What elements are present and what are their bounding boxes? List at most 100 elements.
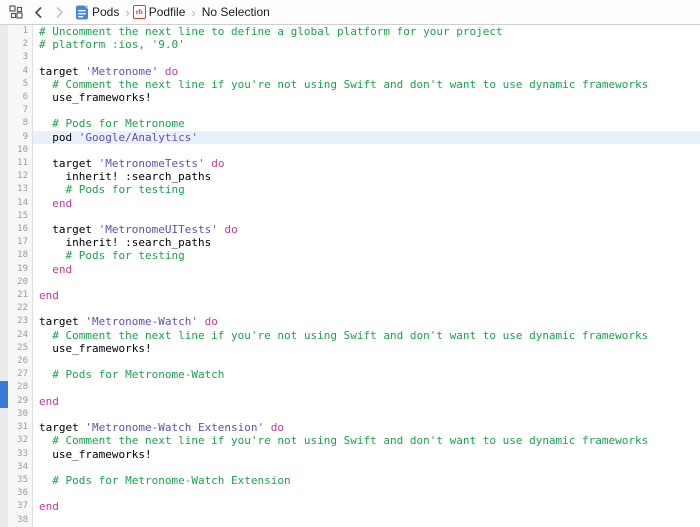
code-line-text[interactable]: # platform :ios, '9.0' [33, 38, 700, 51]
gutter-strip [0, 236, 8, 250]
code-line-text[interactable]: use_frameworks! [33, 342, 700, 355]
line-number[interactable]: 15 [8, 209, 33, 224]
line-number[interactable]: 8 [8, 117, 33, 131]
line-number[interactable]: 38 [8, 513, 33, 527]
code-line-text[interactable]: end [33, 395, 700, 408]
code-line-text[interactable]: # Comment the next line if you're not us… [33, 329, 700, 342]
line-number[interactable]: 23 [8, 315, 33, 329]
code-line-text[interactable] [33, 104, 700, 117]
line-number[interactable]: 30 [8, 407, 33, 422]
line-number[interactable]: 9 [8, 130, 33, 144]
code-line-text[interactable] [33, 461, 700, 474]
line-number[interactable]: 32 [8, 434, 33, 448]
line-number[interactable]: 14 [8, 196, 33, 210]
code-line: 1 # Uncomment the next line to define a g… [0, 25, 700, 39]
gutter-strip [0, 223, 8, 237]
line-number[interactable]: 6 [8, 91, 33, 105]
code-line-text[interactable]: end [33, 500, 700, 513]
code-line-text[interactable]: use_frameworks! [33, 91, 700, 104]
gutter-strip [0, 341, 8, 356]
line-number[interactable]: 28 [8, 381, 33, 395]
code-line-text[interactable] [33, 144, 700, 157]
code-line-text[interactable] [33, 408, 700, 421]
code-line: 2 # platform :ios, '9.0' [0, 38, 700, 52]
line-number[interactable]: 11 [8, 157, 33, 171]
breadcrumb-no-selection[interactable]: No Selection [199, 5, 273, 19]
code-line-text[interactable]: end [33, 289, 700, 302]
code-line-text-selected[interactable]: pod 'Google/Analytics' [33, 130, 700, 144]
code-line: 36 [0, 487, 700, 501]
line-number[interactable]: 4 [8, 64, 33, 78]
line-number[interactable]: 25 [8, 341, 33, 356]
code-line-text[interactable]: # Uncomment the next line to define a gl… [33, 25, 700, 38]
code-line: 30 [0, 407, 700, 422]
code-line-text[interactable]: inherit! :search_paths [33, 170, 700, 183]
code-line-text[interactable]: use_frameworks! [33, 448, 700, 461]
line-number[interactable]: 18 [8, 249, 33, 263]
code-line-text[interactable] [33, 381, 700, 394]
line-number[interactable]: 10 [8, 143, 33, 158]
code-token-comment: # Comment the next line if you're not us… [39, 77, 649, 91]
breadcrumb-pods[interactable]: Pods [89, 5, 122, 19]
line-number[interactable]: 3 [8, 51, 33, 65]
line-number[interactable]: 31 [8, 421, 33, 435]
line-number[interactable]: 37 [8, 500, 33, 514]
line-number[interactable]: 35 [8, 473, 33, 488]
code-line-text[interactable]: # Pods for Metronome-Watch Extension [33, 474, 700, 487]
code-line-text[interactable] [33, 355, 700, 368]
code-token-plain: target [39, 421, 86, 435]
code-line-text[interactable]: end [33, 263, 700, 276]
code-line-text[interactable] [33, 302, 700, 315]
code-line-text[interactable]: # Comment the next line if you're not us… [33, 78, 700, 91]
code-line-text[interactable] [33, 51, 700, 64]
code-line-text[interactable]: inherit! :search_paths [33, 236, 700, 249]
code-line-text[interactable]: target 'Metronome' do [33, 65, 700, 78]
line-number[interactable]: 26 [8, 355, 33, 369]
line-number[interactable]: 34 [8, 460, 33, 474]
gutter-strip [0, 91, 8, 105]
gutter-strip [0, 209, 8, 224]
gutter-strip [0, 117, 8, 131]
line-number[interactable]: 12 [8, 170, 33, 184]
line-number[interactable]: 5 [8, 77, 33, 92]
line-number[interactable]: 29 [8, 394, 33, 408]
line-number[interactable]: 27 [8, 368, 33, 382]
line-number[interactable]: 7 [8, 104, 33, 118]
code-line-text[interactable]: target 'MetronomeTests' do [33, 157, 700, 170]
line-number[interactable]: 36 [8, 487, 33, 501]
line-number[interactable]: 19 [8, 262, 33, 276]
line-number[interactable]: 2 [8, 38, 33, 52]
gutter-strip [0, 473, 8, 488]
code-line-text[interactable]: target 'MetronomeUITests' do [33, 223, 700, 236]
code-line-text[interactable]: # Pods for Metronome [33, 117, 700, 130]
forward-button[interactable] [54, 6, 65, 19]
code-line-text[interactable] [33, 487, 700, 500]
code-line: 16 target 'MetronomeUITests' do [0, 223, 700, 237]
code-line-text[interactable]: target 'Metronome-Watch' do [33, 315, 700, 328]
line-number[interactable]: 17 [8, 236, 33, 250]
code-line-text[interactable]: target 'Metronome-Watch Extension' do [33, 421, 700, 434]
code-line-text[interactable]: # Pods for testing [33, 249, 700, 262]
code-line-text[interactable]: # Comment the next line if you're not us… [33, 434, 700, 447]
line-number[interactable]: 20 [8, 275, 33, 290]
gutter-strip [0, 328, 8, 342]
code-line-text[interactable]: # Pods for testing [33, 183, 700, 196]
code-line-text[interactable] [33, 514, 700, 527]
back-button[interactable] [33, 6, 44, 19]
line-number[interactable]: 13 [8, 183, 33, 197]
breadcrumb-podfile[interactable]: Podfile [146, 5, 189, 19]
line-number[interactable]: 22 [8, 302, 33, 316]
code-line-text[interactable] [33, 210, 700, 223]
line-number[interactable]: 21 [8, 289, 33, 303]
code-line: 4 target 'Metronome' do [0, 64, 700, 78]
related-items-icon[interactable] [9, 5, 23, 19]
code-line-text[interactable]: end [33, 197, 700, 210]
code-line-text[interactable] [33, 276, 700, 289]
line-number[interactable]: 16 [8, 223, 33, 237]
code-line-text[interactable]: # Pods for Metronome-Watch [33, 368, 700, 381]
line-number[interactable]: 24 [8, 328, 33, 342]
line-number[interactable]: 33 [8, 447, 33, 461]
code-line: 26 [0, 355, 700, 369]
line-number[interactable]: 1 [8, 25, 33, 39]
